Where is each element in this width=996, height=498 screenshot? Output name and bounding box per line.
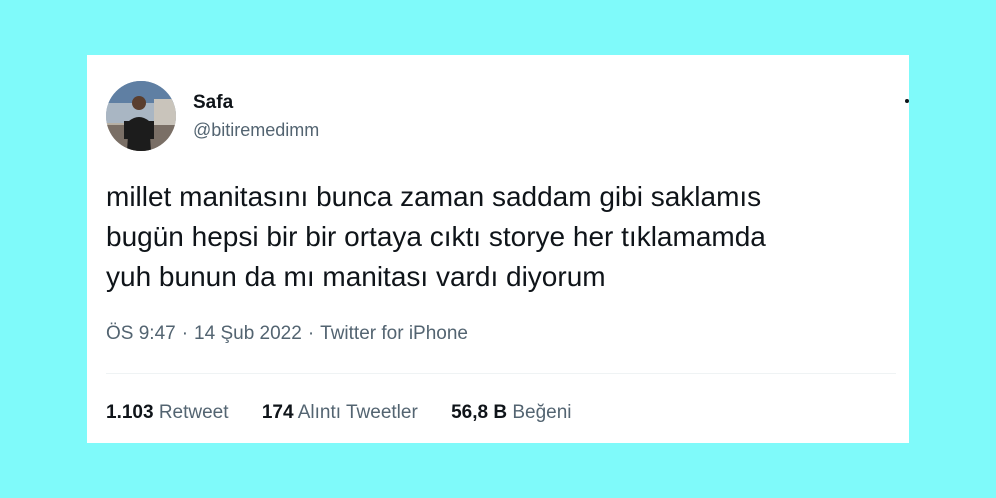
quotes-label: Alıntı Tweetler (297, 402, 418, 423)
tweet-time[interactable]: ÖS 9:47 (106, 323, 176, 344)
avatar-photo-icon (106, 81, 176, 151)
divider (106, 373, 896, 374)
tweet-date[interactable]: 14 Şub 2022 (194, 323, 302, 344)
retweets-count: 1.103 (106, 402, 154, 423)
display-name[interactable]: Safa (193, 92, 233, 114)
likes-label: Beğeni (512, 402, 572, 423)
avatar[interactable] (106, 81, 176, 151)
more-options-icon[interactable] (905, 99, 909, 103)
separator: · (307, 323, 315, 344)
tweet-card: Safa @bitiremedimm millet manitasını bun… (87, 55, 909, 443)
retweets-stat[interactable]: 1.103 Retweet (106, 402, 229, 424)
quotes-stat[interactable]: 174 Alıntı Tweetler (262, 402, 418, 424)
tweet-source[interactable]: Twitter for iPhone (320, 323, 468, 344)
likes-stat[interactable]: 56,8 B Beğeni (451, 402, 571, 424)
tweet-text: millet manitasını bunca zaman saddam gib… (106, 181, 766, 292)
separator: · (181, 323, 189, 344)
quotes-count: 174 (261, 402, 294, 423)
engagement-stats: 1.103 Retweet 174 Alıntı Tweetler 56,8 B… (106, 402, 600, 424)
likes-count: 56,8 B (451, 402, 508, 423)
tweet-metadata: ÖS 9:47 · 14 Şub 2022 · Twitter for iPhone (106, 323, 468, 345)
user-handle[interactable]: @bitiremedimm (193, 120, 319, 141)
retweets-label: Retweet (158, 402, 229, 423)
